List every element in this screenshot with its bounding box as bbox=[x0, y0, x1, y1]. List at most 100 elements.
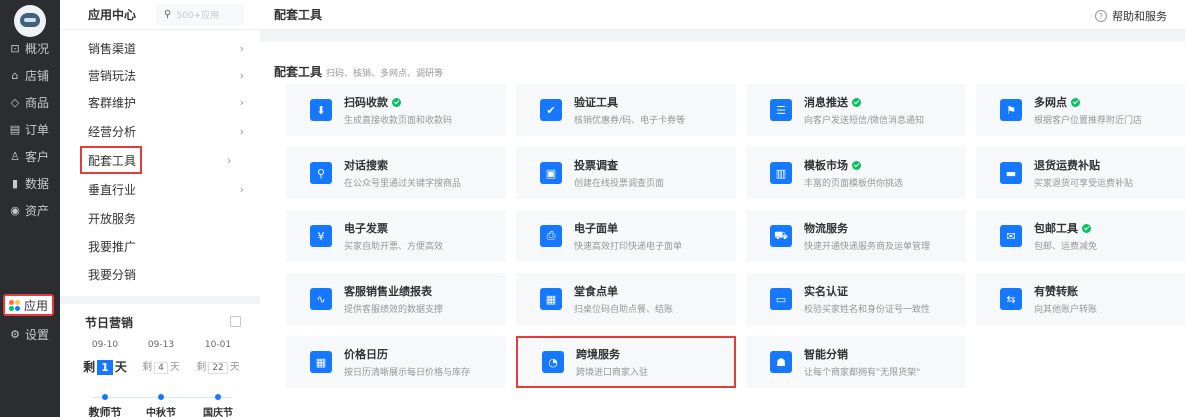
sidebar-item-sales-channel[interactable]: 销售渠道 › bbox=[88, 37, 248, 59]
help-label: 帮助和服务 bbox=[1112, 10, 1167, 23]
menu-label: 垂直行业 bbox=[88, 182, 137, 197]
tool-card[interactable]: ⎙ 电子面单 快速高效打印快递电子面单 bbox=[516, 210, 736, 262]
tool-desc: 生成直接收款页面和收款码 bbox=[344, 116, 453, 126]
nav-label: 商品 bbox=[25, 95, 50, 110]
tool-card[interactable]: ▬ 退货运费补贴 买家退货可享受运费补贴 bbox=[976, 147, 1185, 199]
nav-item-apps[interactable]: 应用 bbox=[3, 294, 54, 316]
tool-card[interactable]: ∿ 客服销售业绩报表 提供客服绩效的数据支撑 bbox=[286, 273, 506, 325]
tool-card[interactable]: ⇆ 有赞转账 向其他账户转账 bbox=[976, 273, 1185, 325]
sidebar-item-customer-care[interactable]: 客群维护 › bbox=[88, 91, 248, 113]
menu-label: 客群维护 bbox=[88, 95, 137, 110]
tool-card-text: 多网点 根据客户位置推荐附近门店 bbox=[1034, 94, 1142, 126]
tool-name-text: 验证工具 bbox=[574, 96, 618, 109]
sidebar-title: 应用中心 bbox=[88, 8, 137, 22]
sidebar-divider bbox=[60, 296, 260, 304]
sidebar-item-marketing[interactable]: 营销玩法 › bbox=[88, 64, 248, 86]
tool-name-text: 客服销售业绩报表 bbox=[344, 285, 432, 298]
tool-name-text: 对话搜索 bbox=[344, 159, 388, 172]
sidebar-item-distribute[interactable]: 我要分销 bbox=[88, 263, 248, 285]
tools-panel: 配套工具 扫码、核销、多网点、调研等 ⬇ 扫码收款 生成直接收款页面和收款码 ✔ 验证工具… bbox=[260, 42, 1185, 417]
tool-name: 包邮工具 bbox=[1034, 220, 1097, 236]
list-icon: ▤ bbox=[9, 122, 21, 136]
tool-card[interactable]: ☗ 智能分销 让每个商家都拥有"无限货架" bbox=[746, 336, 966, 388]
nav-item-goods[interactable]: ◇ 商品 bbox=[0, 91, 60, 113]
tool-card[interactable]: ◔ 跨境服务 跨境进口商家入驻 bbox=[516, 336, 736, 388]
nav-item-assets[interactable]: ◉ 资产 bbox=[0, 199, 60, 221]
festival-item[interactable]: 09-13 剩4天 bbox=[133, 340, 189, 374]
tool-name-text: 物流服务 bbox=[804, 222, 848, 235]
sidebar-item-vertical[interactable]: 垂直行业 › bbox=[88, 178, 248, 200]
tool-name: 有赞转账 bbox=[1034, 283, 1097, 299]
tool-card[interactable]: ⚲ 对话搜索 在公众号里通过关键字搜商品 bbox=[286, 147, 506, 199]
tool-name-text: 电子面单 bbox=[574, 222, 618, 235]
tool-card[interactable]: ▦ 价格日历 按日历清晰展示每日价格与库存 bbox=[286, 336, 506, 388]
tool-card[interactable]: ▥ 模板市场丰富的页面模板供你挑选 bbox=[746, 147, 966, 199]
nav-item-store[interactable]: ⌂ 店铺 bbox=[0, 64, 60, 86]
tool-desc: 快速高效打印快递电子面单 bbox=[574, 242, 683, 252]
search-icon: ⚲ bbox=[310, 162, 332, 184]
tool-card-text: 电子发票 买家自助开票、方便高效 bbox=[344, 220, 443, 252]
tool-card[interactable]: ▦ 堂食点单 扫桌位码自助点餐、结账 bbox=[516, 273, 736, 325]
remaining-suffix: 天 bbox=[229, 362, 240, 373]
sidebar-item-promote[interactable]: 我要推广 bbox=[88, 235, 248, 257]
main-nav: ⊡ 概况 ⌂ 店铺 ◇ 商品 ▤ 订单 ♙ 客户 ▮ 数据 ◉ 资产 应用 ⚙ … bbox=[0, 0, 60, 417]
sidebar-item-tools[interactable]: 配套工具 › bbox=[80, 146, 231, 174]
tool-name: 物流服务 bbox=[804, 220, 930, 236]
layout-icon: ▥ bbox=[770, 162, 792, 184]
tool-name-text: 实名认证 bbox=[804, 285, 848, 298]
tool-name: 客服销售业绩报表 bbox=[344, 283, 443, 299]
festival-date: 09-13 bbox=[147, 340, 175, 350]
tool-desc: 丰富的页面模板供你挑选 bbox=[804, 179, 904, 189]
festival-remaining: 剩1天 bbox=[77, 358, 133, 375]
sidebar-item-open-service[interactable]: 开放服务 bbox=[88, 207, 248, 229]
tool-name-text: 投票调查 bbox=[574, 159, 618, 172]
nav-label: 应用 bbox=[24, 298, 49, 313]
qrcode-icon: ▦ bbox=[540, 288, 562, 310]
tool-card[interactable]: ⛟ 物流服务 快速开通快递服务商及运单管理 bbox=[746, 210, 966, 262]
tool-desc: 买家退货可享受运费补贴 bbox=[1034, 179, 1134, 189]
festival-remaining: 剩4天 bbox=[133, 358, 189, 374]
timeline-dot bbox=[158, 394, 164, 400]
tool-desc: 创建在线投票调查页面 bbox=[574, 179, 665, 189]
tool-name-text: 有赞转账 bbox=[1034, 285, 1078, 298]
nav-item-data[interactable]: ▮ 数据 bbox=[0, 172, 60, 194]
calendar-icon[interactable] bbox=[230, 316, 241, 327]
page-header: 配套工具 ? 帮助和服务 bbox=[260, 0, 1185, 30]
nav-label: 数据 bbox=[25, 176, 50, 191]
tool-name-text: 消息推送 bbox=[804, 96, 848, 109]
tool-card[interactable]: ✔ 验证工具 核销优惠券/码、电子卡券等 bbox=[516, 84, 736, 136]
tool-card[interactable]: ✉ 包邮工具 包邮、运费减免 bbox=[976, 210, 1185, 262]
tool-name: 实名认证 bbox=[804, 283, 930, 299]
distribution-icon: ☗ bbox=[770, 351, 792, 373]
nav-label: 资产 bbox=[25, 203, 50, 218]
tool-name: 模板市场 bbox=[804, 157, 903, 173]
tool-card[interactable]: ▭ 实名认证 校验买家姓名和身份证号一致性 bbox=[746, 273, 966, 325]
nav-item-settings[interactable]: ⚙ 设置 bbox=[0, 323, 60, 345]
tool-name: 跨境服务 bbox=[576, 346, 648, 362]
remaining-suffix: 天 bbox=[169, 362, 180, 373]
festival-item[interactable]: 10-01 剩 22 天 bbox=[190, 340, 246, 374]
tool-card[interactable]: ▣ 投票调查 创建在线投票调查页面 bbox=[516, 147, 736, 199]
tool-card-text: 扫码收款 生成直接收款页面和收款码 bbox=[344, 94, 452, 126]
tool-name: 电子发票 bbox=[344, 220, 443, 236]
monitor-icon: ⊡ bbox=[10, 41, 20, 55]
tool-desc: 提供客服绩效的数据支撑 bbox=[344, 305, 444, 315]
shop-logo[interactable] bbox=[14, 5, 46, 37]
nav-item-orders[interactable]: ▤ 订单 bbox=[0, 118, 60, 140]
help-link[interactable]: ? 帮助和服务 bbox=[1095, 8, 1167, 24]
sidebar-item-analysis[interactable]: 经营分析 › bbox=[88, 120, 248, 142]
wallet-icon: ▬ bbox=[1000, 162, 1022, 184]
nav-item-overview[interactable]: ⊡ 概况 bbox=[0, 37, 60, 59]
tool-card[interactable]: ⚑ 多网点 根据客户位置推荐附近门店 bbox=[976, 84, 1185, 136]
search-input[interactable]: ⚲ 500+应用 bbox=[156, 3, 245, 26]
nav-item-customers[interactable]: ♙ 客户 bbox=[0, 145, 60, 167]
tool-desc: 包邮、运费减免 bbox=[1034, 242, 1098, 252]
tool-card-text: 模板市场丰富的页面模板供你挑选 bbox=[804, 157, 903, 189]
tool-card-text: 物流服务 快速开通快递服务商及运单管理 bbox=[804, 220, 930, 252]
tool-card[interactable]: ☰ 消息推送 向客户发送短信/微信消息通知 bbox=[746, 84, 966, 136]
festival-item[interactable]: 09-10 剩1天 bbox=[77, 340, 133, 375]
tool-card[interactable]: ¥ 电子发票 买家自助开票、方便高效 bbox=[286, 210, 506, 262]
tool-name: 对话搜索 bbox=[344, 157, 461, 173]
tool-name: 电子面单 bbox=[574, 220, 682, 236]
tool-card[interactable]: ⬇ 扫码收款 生成直接收款页面和收款码 bbox=[286, 84, 506, 136]
